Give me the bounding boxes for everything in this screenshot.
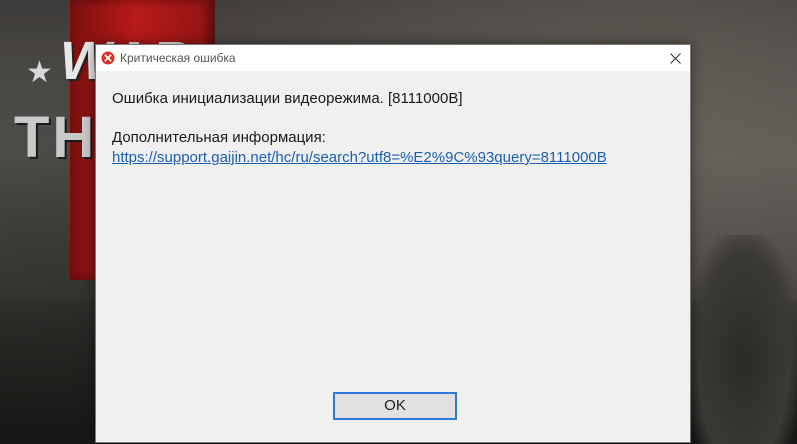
additional-info-label: Дополнительная информация: (112, 129, 326, 146)
desktop-background: ★ WAR THU Критическая ошибка Ошибка иниц… (0, 0, 797, 444)
dialog-title: Критическая ошибка (120, 51, 236, 65)
close-icon (670, 53, 681, 64)
ok-button[interactable]: OK (333, 392, 457, 420)
star-icon: ★ (26, 56, 53, 89)
error-dialog: Критическая ошибка Ошибка инициализации … (95, 44, 691, 443)
dialog-titlebar[interactable]: Критическая ошибка (96, 45, 690, 71)
error-icon (101, 51, 115, 65)
close-button[interactable] (660, 45, 690, 71)
tank-silhouette (690, 235, 797, 444)
support-link[interactable]: https://support.gaijin.net/hc/ru/search?… (112, 149, 607, 166)
error-message: Ошибка инициализации видеорежима. [81110… (112, 90, 463, 107)
